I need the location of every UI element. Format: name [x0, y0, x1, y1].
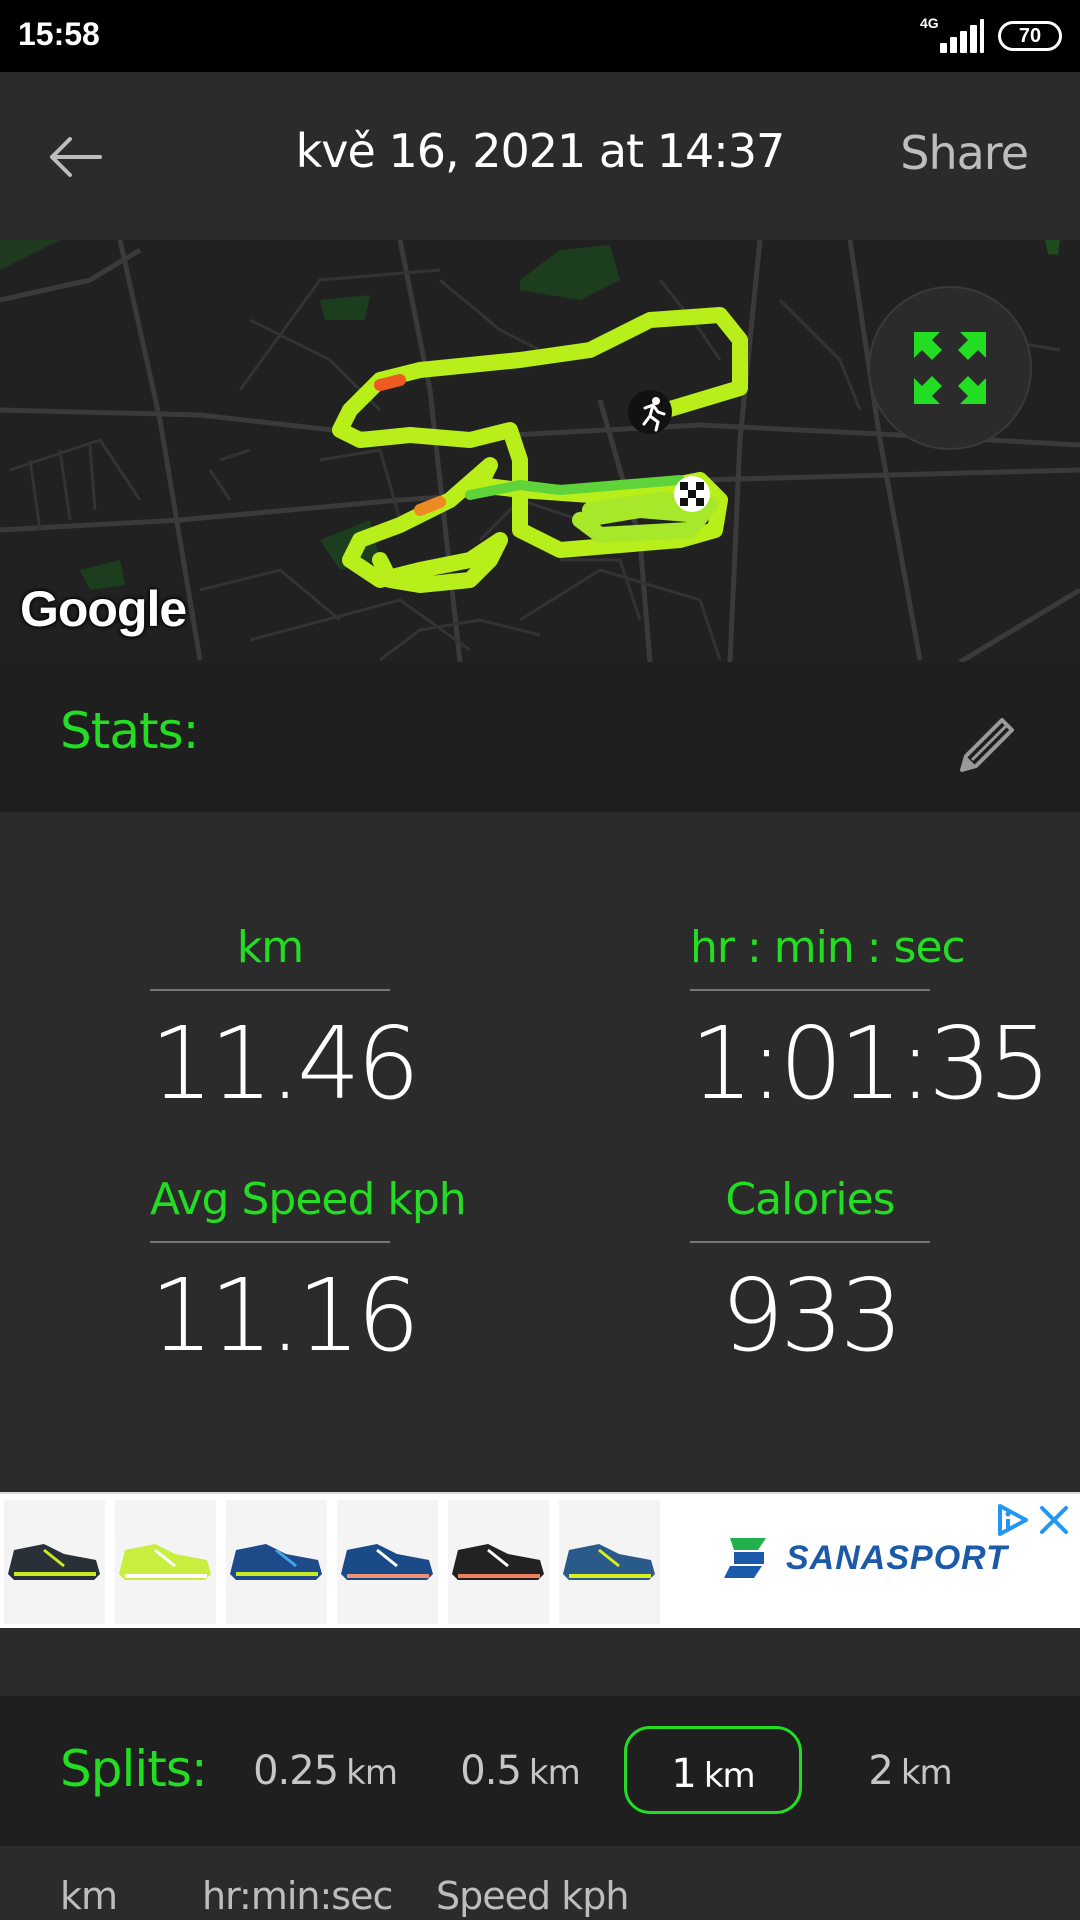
stat-label: Avg Speed kph: [150, 1174, 467, 1243]
stat-label: hr : min : sec: [690, 922, 966, 991]
sanasport-logo-icon: [724, 1538, 766, 1578]
splits-bar: Splits: 0.25 km 0.5 km 1 km 2 km: [0, 1696, 1080, 1846]
stat-value: 933: [720, 1257, 904, 1374]
stats-label: Stats:: [60, 702, 199, 760]
split-value: 1: [671, 1751, 696, 1797]
edit-button[interactable]: [954, 712, 1020, 778]
shoe-image[interactable]: [115, 1500, 216, 1624]
stat-value: 11.46: [150, 1005, 420, 1122]
split-value: 0.25: [253, 1748, 339, 1794]
ad-product-images[interactable]: [4, 1500, 660, 1624]
split-unit: km: [900, 1753, 953, 1793]
ad-info-button[interactable]: [994, 1502, 1030, 1538]
column-header-km: km: [60, 1874, 118, 1918]
checkered-flag-icon: [674, 476, 710, 512]
status-icons: 4G 70: [920, 15, 1062, 56]
stats-section-header: Stats:: [0, 662, 1080, 812]
split-option-2km[interactable]: 2 km: [850, 1726, 970, 1814]
stat-value: 11.16: [150, 1257, 420, 1374]
split-unit: km: [346, 1753, 398, 1793]
splits-label: Splits:: [60, 1740, 208, 1798]
shoe-image[interactable]: [448, 1500, 549, 1624]
stat-value: 1:01:35: [690, 1005, 1052, 1122]
battery-icon: 70: [998, 21, 1062, 51]
ad-brand-name: SANASPORT: [786, 1538, 1008, 1577]
expand-icon: [914, 332, 986, 404]
pencil-icon: [960, 718, 1014, 772]
ad-brand[interactable]: SANASPORT: [720, 1534, 1008, 1582]
stat-label: Calories: [690, 1174, 930, 1243]
shoe-image[interactable]: [559, 1500, 660, 1624]
stat-duration: hr : min : sec 1:01:35: [690, 922, 1052, 1122]
column-header-time: hr:min:sec: [202, 1874, 393, 1918]
close-icon: [1040, 1506, 1068, 1534]
stat-avg-speed: Avg Speed kph 11.16: [150, 1174, 467, 1374]
shoe-image[interactable]: [226, 1500, 327, 1624]
app-header: kvě 16, 2021 at 14:37 Share: [0, 72, 1080, 240]
fullscreen-button[interactable]: [868, 286, 1032, 450]
split-unit: km: [528, 1753, 581, 1793]
shoe-image[interactable]: [4, 1500, 105, 1624]
spacer: [0, 1628, 1080, 1696]
route-map[interactable]: Google: [0, 240, 1080, 662]
split-option-0-25km[interactable]: 0.25 km: [250, 1726, 400, 1814]
column-header-speed: Speed kph: [436, 1874, 629, 1918]
adchoices-icon: [998, 1504, 1028, 1536]
stat-distance: km 11.46: [150, 922, 420, 1122]
split-unit: km: [703, 1756, 756, 1796]
stat-label: km: [150, 922, 390, 991]
google-attribution: Google: [20, 581, 187, 637]
splits-table-header: km hr:min:sec Speed kph: [0, 1846, 1080, 1920]
status-bar: 15:58 4G 70: [0, 0, 1080, 72]
network-type: 4G: [920, 15, 939, 31]
split-option-1km[interactable]: 1 km: [624, 1726, 802, 1814]
share-button[interactable]: Share: [900, 126, 1029, 180]
split-option-0-5km[interactable]: 0.5 km: [450, 1726, 590, 1814]
ad-close-button[interactable]: [1036, 1502, 1072, 1538]
signal-icon: 4G: [920, 15, 984, 53]
ad-banner[interactable]: SANASPORT: [0, 1492, 1080, 1628]
runner-icon: [628, 390, 672, 434]
split-value: 0.5: [460, 1748, 522, 1794]
stats-grid: km 11.46 hr : min : sec 1:01:35 Avg Spee…: [0, 812, 1080, 1492]
status-time: 15:58: [18, 16, 100, 52]
stat-calories: Calories 933: [690, 1174, 930, 1374]
battery-level: 70: [1018, 24, 1042, 47]
split-value: 2: [868, 1748, 893, 1794]
shoe-image[interactable]: [337, 1500, 438, 1624]
